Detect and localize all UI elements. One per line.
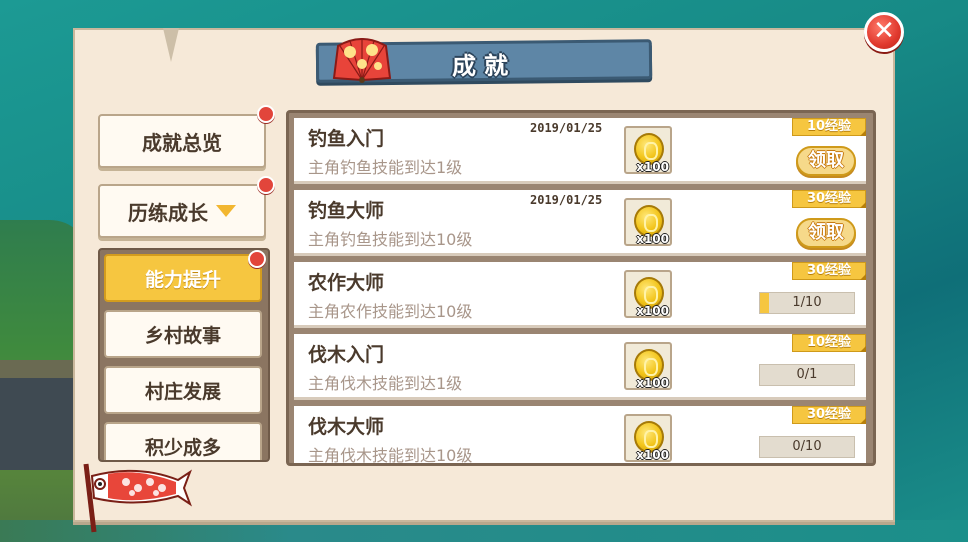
notification-dot bbox=[257, 105, 275, 123]
submenu-item-label: 能力提升 bbox=[144, 268, 221, 291]
submenu-item-village-story[interactable]: 乡村故事 bbox=[104, 310, 262, 358]
reward-slot[interactable]: x100 bbox=[624, 414, 672, 462]
achievement-overview-button[interactable]: 成就总览 bbox=[98, 114, 266, 168]
submenu-item-label: 村庄发展 bbox=[144, 380, 221, 403]
exp-reward-tag: 30经验 bbox=[792, 262, 866, 280]
reward-quantity: x100 bbox=[636, 376, 669, 390]
achievement-row: 农作大师 主角农作技能到达10级 x100 30经验 1/10 bbox=[294, 262, 866, 328]
achievement-description: 主角伐木技能到达10级 bbox=[308, 446, 473, 465]
background-hut bbox=[0, 360, 75, 470]
submenu-item-village-development[interactable]: 村庄发展 bbox=[104, 366, 262, 414]
exp-reward-tag: 10经验 bbox=[792, 118, 866, 136]
close-icon: ✕ bbox=[873, 16, 895, 46]
achievement-row: 伐木入门 主角伐木技能到达1级 x100 10经验 0/1 bbox=[294, 334, 866, 400]
achievement-row: 伐木大师 主角伐木技能到达10级 x100 30经验 0/10 bbox=[294, 406, 866, 465]
progress-bar: 0/10 bbox=[759, 436, 855, 458]
reward-quantity: x100 bbox=[636, 304, 669, 318]
achievement-date: 2019/01/25 bbox=[530, 121, 603, 135]
exp-reward-tag: 10经验 bbox=[792, 334, 866, 352]
notification-dot bbox=[248, 250, 266, 268]
close-button[interactable]: ✕ bbox=[864, 12, 904, 52]
folding-fan-icon bbox=[332, 38, 392, 83]
achievement-title: 伐木大师 bbox=[308, 416, 385, 438]
exp-reward-tag: 30经验 bbox=[792, 190, 866, 208]
submenu-list[interactable]: 能力提升 乡村故事 村庄发展 积少成多 bbox=[98, 248, 270, 462]
progress-bar: 1/10 bbox=[759, 292, 855, 314]
reward-slot[interactable]: x100 bbox=[624, 342, 672, 390]
reward-quantity: x100 bbox=[636, 232, 669, 246]
progress-text: 0/10 bbox=[792, 439, 822, 454]
achievement-description: 主角农作技能到达10级 bbox=[308, 302, 473, 321]
reward-slot[interactable]: x100 bbox=[624, 270, 672, 318]
progress-text: 1/10 bbox=[792, 295, 822, 310]
exp-reward-tag: 30经验 bbox=[792, 406, 866, 424]
achievement-row: 钓鱼入门 主角钓鱼技能到达1级 2019/01/25 x100 10经验 领取 bbox=[294, 118, 866, 184]
reward-slot[interactable]: x100 bbox=[624, 198, 672, 246]
achievement-list[interactable]: 钓鱼入门 主角钓鱼技能到达1级 2019/01/25 x100 10经验 领取 … bbox=[286, 110, 876, 466]
achievement-description: 主角钓鱼技能到达1级 bbox=[308, 158, 463, 177]
achievement-description: 主角钓鱼技能到达10级 bbox=[308, 230, 473, 249]
reward-quantity: x100 bbox=[636, 160, 669, 174]
koinobori-carp-flag-icon bbox=[83, 463, 192, 533]
achievement-description: 主角伐木技能到达1级 bbox=[308, 374, 463, 393]
submenu-item-ability[interactable]: 能力提升 bbox=[104, 254, 262, 302]
progress-text: 0/1 bbox=[796, 367, 818, 382]
achievement-overview-label: 成就总览 bbox=[142, 130, 222, 155]
reward-slot[interactable]: x100 bbox=[624, 126, 672, 174]
training-growth-label: 历练成长 bbox=[128, 200, 208, 225]
reward-quantity: x100 bbox=[636, 448, 669, 462]
training-growth-button[interactable]: 历练成长 bbox=[98, 184, 266, 238]
achievement-title: 钓鱼大师 bbox=[308, 200, 385, 222]
achievement-title: 伐木入门 bbox=[308, 344, 385, 366]
notification-dot bbox=[257, 176, 275, 194]
claim-button[interactable]: 领取 bbox=[796, 146, 856, 176]
panel-tear-decoration bbox=[163, 28, 179, 62]
submenu-item-label: 乡村故事 bbox=[144, 324, 221, 347]
progress-bar: 0/1 bbox=[759, 364, 855, 386]
achievement-title: 钓鱼入门 bbox=[308, 128, 385, 150]
submenu-item-label: 积少成多 bbox=[144, 436, 221, 459]
achievement-date: 2019/01/25 bbox=[530, 193, 603, 207]
achievement-row: 钓鱼大师 主角钓鱼技能到达10级 2019/01/25 x100 30经验 领取 bbox=[294, 190, 866, 256]
claim-button[interactable]: 领取 bbox=[796, 218, 856, 248]
submenu-item-accumulate[interactable]: 积少成多 bbox=[104, 422, 262, 460]
dropdown-arrow-icon bbox=[216, 205, 236, 217]
achievement-title: 农作大师 bbox=[308, 272, 385, 294]
